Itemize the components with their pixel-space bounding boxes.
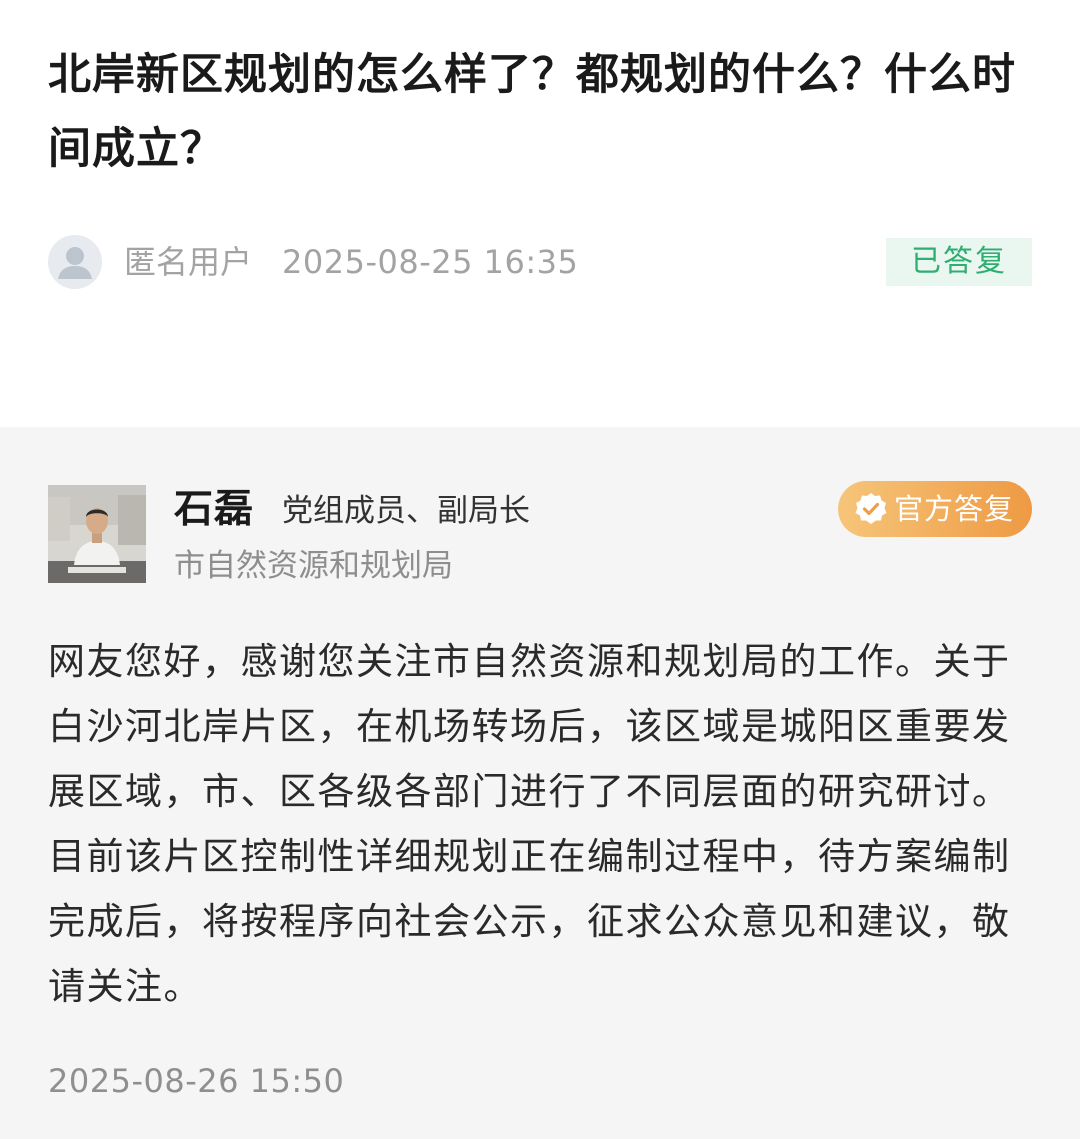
status-badge: 已答复: [886, 238, 1032, 286]
responder-title: 党组成员、副局长: [282, 493, 530, 529]
answer-section: 石磊 党组成员、副局长 市自然资源和规划局 官方答复 网友您好，感谢您关注市自然…: [0, 427, 1080, 1139]
answer-body: 网友您好，感谢您关注市自然资源和规划局的工作。关于白沙河北岸片区，在机场转场后，…: [48, 640, 1011, 1008]
question-title: 北岸新区规划的怎么样了？都规划的什么？什么时间成立？: [48, 50, 1016, 174]
question-meta: 匿名用户 2025-08-25 16:35 已答复: [48, 235, 1032, 289]
verified-badge-icon: [854, 492, 888, 526]
official-reply-label: 官方答复: [894, 492, 1015, 526]
responder-department: 市自然资源和规划局: [174, 548, 453, 584]
official-reply-badge: 官方答复: [838, 481, 1032, 537]
responder-name: 石磊: [174, 487, 255, 532]
responder-avatar[interactable]: [48, 485, 146, 583]
question-timestamp: 2025-08-25 16:35: [282, 243, 579, 281]
answer-timestamp: 2025-08-26 15:50: [48, 1062, 345, 1100]
user-silhouette-icon[interactable]: [48, 235, 102, 289]
question-section: 北岸新区规划的怎么样了？都规划的什么？什么时间成立？ 匿名用户 2025-08-…: [0, 0, 1080, 427]
question-author[interactable]: 匿名用户: [124, 242, 252, 282]
